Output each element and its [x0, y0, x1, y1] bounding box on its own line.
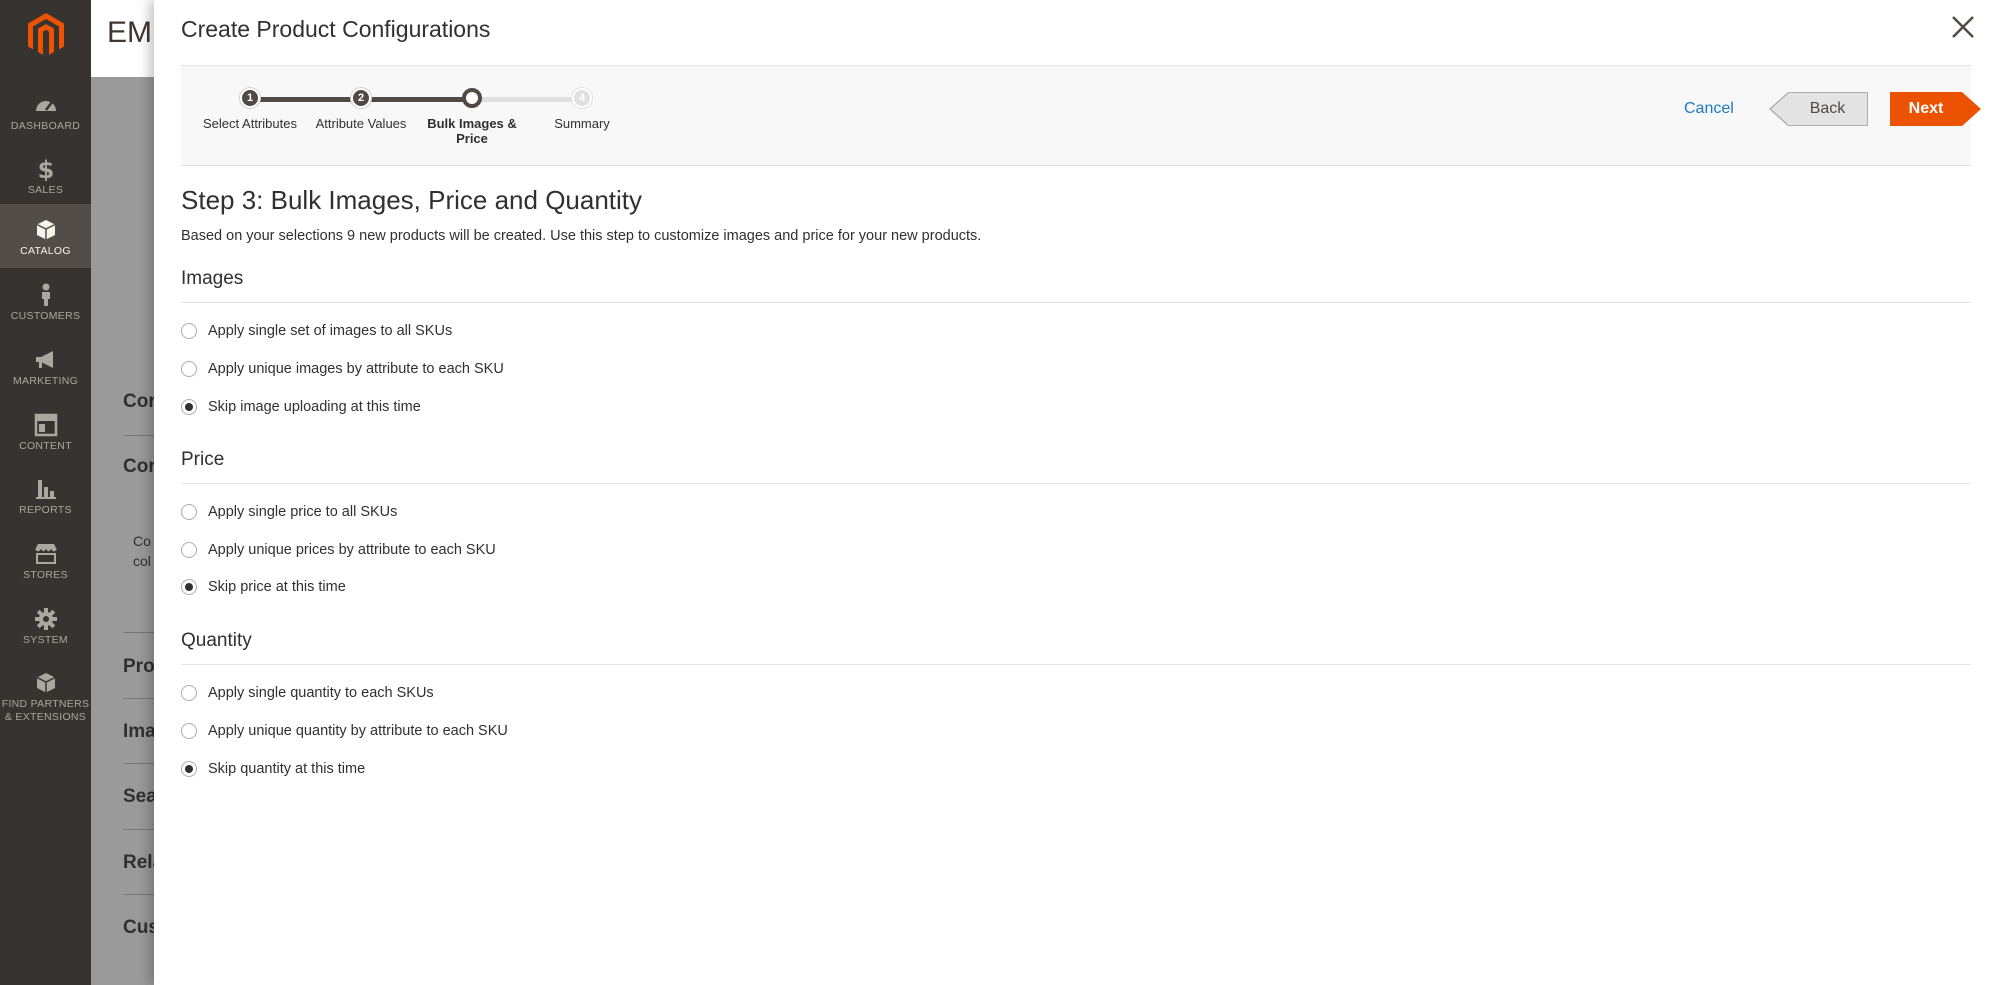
- step-label: Summary: [554, 116, 610, 131]
- sidebar-item-customers[interactable]: CUSTOMERS: [0, 269, 91, 333]
- sidebar-item-system[interactable]: SYSTEM: [0, 593, 91, 657]
- step-number: 2: [351, 88, 371, 108]
- background-page-title: EMI: [107, 16, 161, 49]
- option-price-single[interactable]: Apply single price to all SKUs: [181, 501, 397, 523]
- step-label: Bulk Images & Price: [427, 116, 517, 146]
- option-price-unique[interactable]: Apply unique prices by attribute to each…: [181, 539, 496, 561]
- sidebar-item-label: DASHBOARD: [10, 120, 81, 132]
- svg-text:$: $: [37, 157, 54, 181]
- dashboard-icon: [35, 101, 56, 111]
- section-divider: [181, 664, 1971, 665]
- section-title-images: Images: [181, 268, 244, 289]
- option-label: Skip image uploading at this time: [208, 399, 421, 415]
- sidebar-item-label: CATALOG: [20, 245, 71, 257]
- step-heading: Step 3: Bulk Images, Price and Quantity: [181, 185, 643, 215]
- option-images-skip[interactable]: Skip image uploading at this time: [181, 396, 421, 418]
- sidebar-item-label: SYSTEM: [23, 634, 68, 646]
- sidebar-item-label: SALES: [27, 184, 64, 196]
- radio-button[interactable]: [181, 542, 197, 558]
- sidebar-item-catalog[interactable]: CATALOG: [0, 204, 91, 268]
- next-button-arrow[interactable]: [1962, 92, 1981, 126]
- wizard-step-summary[interactable]: 4 Summary: [527, 88, 637, 131]
- next-button[interactable]: Next: [1890, 92, 1962, 126]
- sidebar-item-dashboard[interactable]: DASHBOARD: [0, 79, 91, 143]
- option-images-unique[interactable]: Apply unique images by attribute to each…: [181, 358, 504, 380]
- sidebar-item-marketing[interactable]: MARKETING: [0, 334, 91, 398]
- back-button[interactable]: Back: [1788, 92, 1868, 126]
- step-label: Select Attributes: [203, 116, 297, 131]
- person-icon: [41, 283, 50, 306]
- radio-button[interactable]: [181, 579, 197, 595]
- option-label: Apply unique quantity by attribute to ea…: [208, 723, 508, 739]
- option-images-single-set[interactable]: Apply single set of images to all SKUs: [181, 320, 452, 342]
- storefront-icon: [34, 544, 57, 564]
- radio-button[interactable]: [181, 685, 197, 701]
- magento-logo-icon[interactable]: [26, 12, 66, 58]
- step-number: 4: [572, 88, 592, 108]
- option-quantity-skip[interactable]: Skip quantity at this time: [181, 758, 365, 780]
- step-description: Based on your selections 9 new products …: [181, 228, 982, 244]
- admin-sidebar: DASHBOARD $ SALES CATALOG CUSTOMERS MARK…: [0, 0, 91, 985]
- sidebar-item-label: FIND PARTNERS & EXTENSIONS: [1, 698, 90, 723]
- radio-button[interactable]: [181, 504, 197, 520]
- radio-button[interactable]: [181, 323, 197, 339]
- option-label: Apply unique prices by attribute to each…: [208, 542, 496, 558]
- step-current-indicator: [462, 88, 482, 108]
- wizard-toolbar: 1 Select Attributes 2 Attribute Values B…: [181, 65, 1981, 166]
- sidebar-item-sales[interactable]: $ SALES: [0, 143, 91, 207]
- sidebar-item-stores[interactable]: STORES: [0, 528, 91, 592]
- sidebar-item-label: REPORTS: [19, 504, 72, 516]
- gear-icon: [34, 608, 57, 630]
- option-quantity-unique[interactable]: Apply unique quantity by attribute to ea…: [181, 720, 508, 742]
- wizard-step-select-attributes[interactable]: 1 Select Attributes: [195, 88, 305, 131]
- radio-button[interactable]: [181, 361, 197, 377]
- sidebar-item-label: CONTENT: [19, 440, 72, 452]
- sidebar-item-label: CUSTOMERS: [10, 310, 81, 322]
- modal-title: Create Product Configurations: [181, 16, 491, 42]
- radio-button[interactable]: [181, 723, 197, 739]
- wizard-step-bulk-images[interactable]: Bulk Images & Price: [417, 88, 527, 146]
- option-label: Skip price at this time: [208, 579, 346, 595]
- radio-button[interactable]: [181, 399, 197, 415]
- create-configurations-modal: Create Product Configurations 1 Select A…: [154, 0, 1999, 985]
- option-label: Apply single quantity to each SKUs: [208, 685, 434, 701]
- sidebar-item-label: STORES: [23, 569, 68, 581]
- option-label: Apply unique images by attribute to each…: [208, 361, 504, 377]
- back-button-arrow-fill[interactable]: [1771, 93, 1789, 125]
- sidebar-item-find-partners[interactable]: FIND PARTNERS & EXTENSIONS: [0, 657, 91, 737]
- option-label: Apply single set of images to all SKUs: [208, 323, 453, 339]
- radio-button[interactable]: [181, 761, 197, 777]
- option-label: Skip quantity at this time: [208, 761, 366, 777]
- dollar-icon: $: [37, 157, 54, 181]
- layout-icon: [34, 413, 57, 437]
- section-title-quantity: Quantity: [181, 630, 252, 651]
- section-divider: [181, 483, 1971, 484]
- step-number: 1: [240, 88, 260, 108]
- sidebar-item-reports[interactable]: REPORTS: [0, 463, 91, 527]
- section-title-price: Price: [181, 449, 225, 470]
- option-label: Apply single price to all SKUs: [208, 504, 398, 520]
- close-icon[interactable]: [1950, 14, 1976, 40]
- megaphone-icon: [35, 351, 53, 368]
- bar-chart-icon: [35, 480, 56, 499]
- cube-icon: [36, 673, 55, 693]
- box-icon: [36, 220, 55, 240]
- option-price-skip[interactable]: Skip price at this time: [181, 576, 346, 598]
- sidebar-item-content[interactable]: CONTENT: [0, 399, 91, 463]
- section-divider: [181, 302, 1971, 303]
- option-quantity-single[interactable]: Apply single quantity to each SKUs: [181, 682, 434, 704]
- step-label: Attribute Values: [315, 116, 407, 131]
- wizard-step-attribute-values[interactable]: 2 Attribute Values: [306, 88, 416, 131]
- sidebar-item-label: MARKETING: [12, 375, 79, 387]
- cancel-link[interactable]: Cancel: [1684, 100, 1734, 118]
